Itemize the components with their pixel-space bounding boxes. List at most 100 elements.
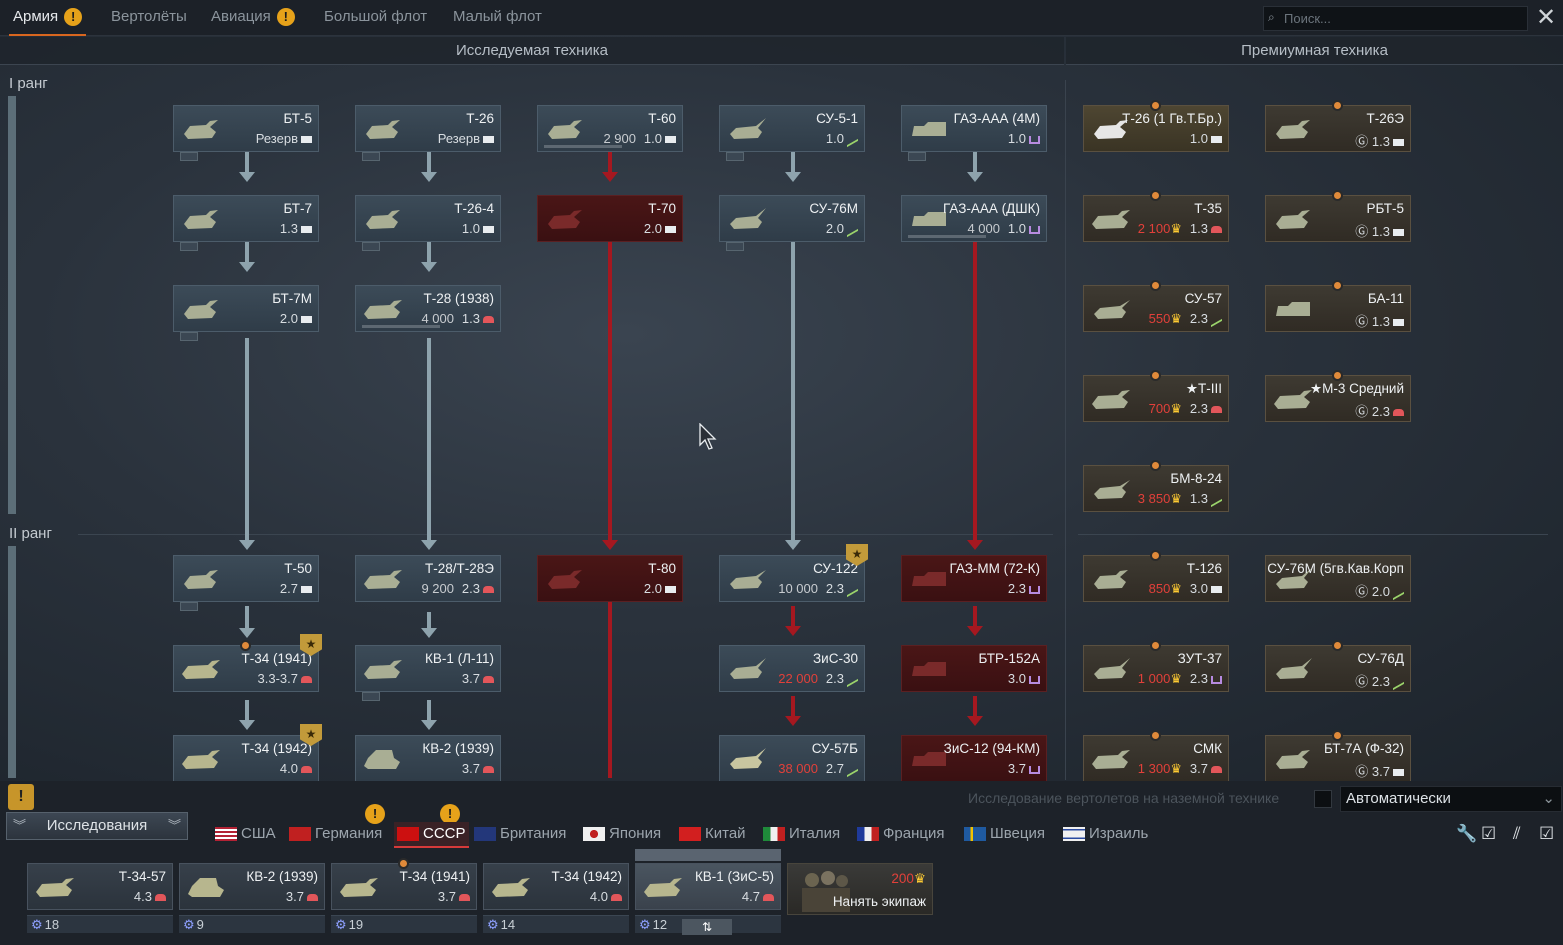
nation-tab-china[interactable]: Китай	[679, 822, 746, 848]
vehicle-card-bm824[interactable]: БМ-8-24 3 850♛ 1.3	[1083, 460, 1229, 512]
vehicle-card-bt7a[interactable]: БТ-7А (Ф-32) Ⓖ 3.7	[1265, 730, 1411, 782]
vehicle-card-rbt5[interactable]: РБТ-5 Ⓖ 1.3	[1265, 190, 1411, 242]
spaa-class-icon	[1029, 135, 1040, 144]
slot-vehicle-card[interactable]: Т-34 (1941) 3.7	[331, 858, 477, 910]
crew-slot[interactable]: КВ-2 (1939) 3.7 ⚙ 9	[179, 863, 325, 935]
rank-tag	[362, 152, 380, 161]
tab-helicopters[interactable]: Вертолёты	[107, 0, 191, 36]
vehicle-card-t28-1938[interactable]: Т-28 (1938) 4 000 1.3	[355, 285, 501, 332]
vehicle-card-gaz-aaa-4m[interactable]: ГАЗ-ААА (4М) 1.0	[901, 105, 1047, 161]
vehicle-br: Ⓖ 2.3	[1355, 401, 1404, 420]
vehicle-card-t126[interactable]: Т-126 850♛ 3.0	[1083, 550, 1229, 602]
vehicle-card-bt7m[interactable]: БТ-7М 2.0	[173, 285, 319, 341]
vehicle-card-zis12[interactable]: ЗиС-12 (94-КМ) 3.7	[901, 735, 1047, 782]
locked-arrow	[973, 606, 977, 626]
vehicle-card-su76m[interactable]: СУ-76М 2.0	[719, 195, 865, 251]
vehicle-card-ba11[interactable]: БА-11 Ⓖ 1.3	[1265, 280, 1411, 332]
heavy-tank-icon	[483, 676, 494, 684]
heavy-tank-icon	[1211, 766, 1222, 774]
vehicle-card-t26[interactable]: Т-26 Резерв	[355, 105, 501, 161]
vehicle-card-t26-1gv[interactable]: Т-26 (1 Гв.Т.Бр.) 1.0	[1083, 100, 1229, 152]
spg-icon	[1276, 658, 1312, 679]
nation-tab-israel[interactable]: Израиль	[1063, 822, 1148, 848]
nation-tab-usa[interactable]: США	[215, 822, 276, 848]
research-mode-select[interactable]: Автоматически ⌄	[1340, 786, 1562, 812]
vehicle-name: Т-26 (1 Гв.Т.Бр.)	[1122, 111, 1222, 126]
hire-crew-button[interactable]: 200♛ Нанять экипаж	[787, 863, 933, 915]
vehicle-card-btr152a[interactable]: БТР-152А 3.0	[901, 645, 1047, 692]
vehicle-card-t3[interactable]: ★Т-III 700♛ 2.3	[1083, 370, 1229, 422]
rank-tag	[362, 242, 380, 251]
vehicle-card-t28-t28e[interactable]: Т-28/Т-28Э 9 200 2.3	[355, 555, 501, 602]
slot-vehicle-card[interactable]: КВ-1 (ЗиС-5) 4.7	[635, 863, 781, 910]
vehicle-card-t50[interactable]: Т-50 2.7	[173, 555, 319, 611]
search-input[interactable]: Поиск...	[1263, 6, 1528, 31]
research-button[interactable]: ︾ Исследования ︾	[6, 812, 188, 840]
vehicle-card-t34-1941[interactable]: Т-34 (1941) 3.3-3.7 ★	[173, 634, 322, 692]
vehicle-card-bt5[interactable]: БТ-5 Резерв	[173, 105, 319, 161]
vehicle-name: Т-28/Т-28Э	[425, 561, 494, 576]
vehicle-name: ГАЗ-ААА (ДШК)	[942, 201, 1040, 216]
vehicle-name: СУ-122	[813, 561, 858, 576]
vehicle-card-kv1-l11[interactable]: КВ-1 (Л-11) 3.7	[355, 645, 501, 701]
crew-slot[interactable]: Т-34 (1941) 3.7 ⚙ 19	[331, 858, 477, 935]
research-arrow-head	[421, 540, 437, 550]
slot-vehicle-card[interactable]: Т-34-57 4.3	[27, 863, 173, 910]
vehicle-card-su57[interactable]: СУ-57 550♛ 2.3	[1083, 280, 1229, 332]
warning-icon[interactable]: !	[8, 784, 34, 810]
vehicle-br: 4.0	[280, 761, 312, 776]
tank-group-icon	[364, 570, 402, 589]
crew-slot[interactable]: Т-34 (1942) 4.0 ⚙ 14	[483, 863, 629, 935]
nation-tab-germany[interactable]: Германия	[289, 822, 382, 848]
crew-icon: ⚙	[31, 917, 43, 932]
vehicle-card-su76m-5gv[interactable]: СУ-76М (5гв.Кав.Корп Ⓖ 2.0	[1265, 555, 1411, 602]
slot-vehicle-card[interactable]: Т-34 (1942) 4.0	[483, 863, 629, 910]
vehicle-card-m3-medium[interactable]: ★М-3 Средний Ⓖ 2.3	[1265, 370, 1411, 422]
tab-army[interactable]: Армия!	[9, 0, 87, 36]
vehicle-card-t26-4[interactable]: Т-26-4 1.0	[355, 195, 501, 251]
premium-indicator	[1150, 280, 1161, 291]
vehicle-card-su57b[interactable]: СУ-57Б 38 000 2.7	[719, 735, 865, 782]
vehicle-br: 2.3	[1190, 401, 1222, 416]
heli-research-checkbox[interactable]	[1314, 790, 1332, 808]
vehicle-card-bt7[interactable]: БТ-7 1.3	[173, 195, 319, 251]
locked-arrow	[608, 242, 612, 540]
tab-coastal-fleet[interactable]: Малый флот	[449, 0, 546, 36]
vehicle-card-t60[interactable]: Т-60 2 900 1.0	[537, 105, 683, 152]
nation-tab-italy[interactable]: Италия	[763, 822, 840, 848]
research-arrow	[427, 242, 431, 262]
vehicle-card-smk[interactable]: СМК 1 300♛ 3.7	[1083, 730, 1229, 782]
vehicle-card-gaz-aaa-dshk[interactable]: ГАЗ-ААА (ДШК) 4 000 1.0	[901, 195, 1047, 242]
vehicle-card-gaz-mm[interactable]: ГАЗ-ММ (72-К) 2.3	[901, 555, 1047, 602]
vehicle-card-t70[interactable]: Т-70 2.0	[537, 195, 683, 242]
checkmark-icon[interactable]: ☑	[1481, 824, 1496, 844]
tab-aviation[interactable]: Авиация!	[207, 0, 299, 36]
nation-tab-britain[interactable]: Британия	[474, 822, 566, 848]
vehicle-card-zut37[interactable]: ЗУТ-37 1 000♛ 2.3	[1083, 640, 1229, 692]
nation-tab-sweden[interactable]: Швеция	[964, 822, 1045, 848]
vehicle-card-t34-1942[interactable]: Т-34 (1942) 4.0 ★	[173, 724, 322, 782]
tab-bluewater-fleet[interactable]: Большой флот	[320, 0, 431, 36]
close-icon[interactable]: ✕	[1536, 4, 1556, 32]
vehicle-card-kv2-1939[interactable]: КВ-2 (1939) 3.7	[355, 735, 501, 782]
nation-tab-japan[interactable]: Япония	[583, 822, 661, 848]
vehicle-card-su122[interactable]: СУ-122 10 000 2.3 ★	[719, 544, 868, 602]
nation-tab-france[interactable]: Франция	[857, 822, 944, 848]
wrench-icon[interactable]: 🔧	[1456, 824, 1477, 844]
swap-icon[interactable]: ⇅	[682, 919, 732, 935]
vehicle-card-su76d[interactable]: СУ-76Д Ⓖ 2.3	[1265, 640, 1411, 692]
checkmark-icon[interactable]: ☑	[1539, 824, 1554, 844]
vehicle-card-t26e[interactable]: Т-26Э Ⓖ 1.3	[1265, 100, 1411, 152]
vehicle-card-zis30[interactable]: ЗиС-30 22 000 2.3	[719, 645, 865, 692]
vehicle-card-t80[interactable]: Т-80 2.0	[537, 555, 683, 602]
research-arrow	[791, 242, 795, 540]
crew-icon: ⚙	[335, 917, 347, 932]
repair-all-icon[interactable]: ⫽	[1513, 824, 1521, 844]
premium-indicator	[1332, 370, 1343, 381]
slot-vehicle-card[interactable]: КВ-2 (1939) 3.7	[179, 863, 325, 910]
research-arrow-head	[785, 540, 801, 550]
vehicle-card-t35[interactable]: Т-35 2 100♛ 1.3	[1083, 190, 1229, 242]
crew-slot[interactable]: Т-34-57 4.3 ⚙ 18	[27, 863, 173, 935]
vehicle-card-su51[interactable]: СУ-5-1 1.0	[719, 105, 865, 161]
nation-tab-ussr[interactable]: СССР	[394, 822, 469, 848]
